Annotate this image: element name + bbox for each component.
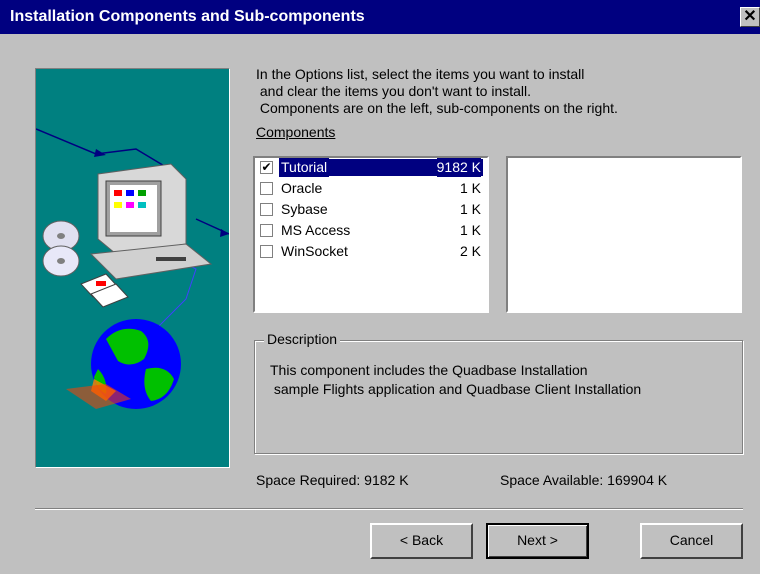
space-available: Space Available: 169904 K [500, 472, 668, 488]
next-button[interactable]: Next > [486, 523, 589, 559]
instruction-line: Components are on the left, sub-componen… [256, 100, 618, 116]
floppy-disks-icon [80, 273, 129, 308]
component-size: 1 K [459, 222, 481, 238]
cancel-button[interactable]: Cancel [640, 523, 743, 559]
checkbox-tutorial[interactable]: ✔ [260, 161, 273, 174]
next-button-label: Next > [517, 532, 558, 548]
component-size: 1 K [459, 180, 481, 196]
back-button[interactable]: < Back [370, 523, 473, 559]
instructions-text: In the Options list, select the items yo… [256, 66, 736, 117]
component-item-sybase[interactable]: Sybase 1 K [259, 200, 483, 221]
component-item-ms-access[interactable]: MS Access 1 K [259, 221, 483, 242]
space-required: Space Required: 9182 K [256, 472, 409, 488]
component-name: Oracle [281, 180, 323, 196]
computer-icon [89, 163, 213, 280]
component-item-tutorial[interactable]: ✔ Tutorial 9182 K [259, 158, 483, 179]
computer-globe-icon [36, 128, 229, 409]
component-item-winsocket[interactable]: WinSocket 2 K [259, 242, 483, 263]
description-line: sample Flights application and Quadbase … [270, 381, 642, 397]
checkbox-winsocket[interactable] [260, 245, 273, 258]
instruction-line: and clear the items you don't want to in… [256, 83, 532, 99]
instruction-line: In the Options list, select the items yo… [256, 66, 585, 82]
components-label: Components [256, 124, 335, 140]
component-size: 9182 K [436, 158, 481, 177]
component-size: 2 K [459, 243, 481, 259]
description-legend: Description [264, 331, 341, 347]
cancel-button-label: Cancel [669, 532, 714, 548]
title-bar: Installation Components and Sub-componen… [0, 0, 760, 34]
components-label-text: Components [256, 124, 336, 140]
checkbox-oracle[interactable] [260, 182, 273, 195]
component-name: MS Access [281, 222, 351, 238]
checkbox-sybase[interactable] [260, 203, 273, 216]
description-line: This component includes the Quadbase Ins… [270, 362, 588, 378]
separator [35, 508, 743, 510]
components-list[interactable]: ✔ Tutorial 9182 K Oracle 1 K Sybase 1 K … [253, 156, 489, 313]
back-button-label: < Back [399, 532, 444, 548]
window-title: Installation Components and Sub-componen… [10, 8, 365, 25]
close-button[interactable]: ✕ [740, 7, 760, 27]
component-name: WinSocket [281, 243, 348, 259]
component-name: Sybase [281, 201, 328, 217]
subcomponents-list[interactable] [506, 156, 742, 313]
checkbox-ms-access[interactable] [260, 224, 273, 237]
component-name: Tutorial [279, 158, 330, 177]
component-item-oracle[interactable]: Oracle 1 K [259, 179, 483, 200]
setup-illustration [35, 68, 230, 468]
description-text: This component includes the Quadbase Ins… [270, 361, 641, 399]
component-size: 1 K [459, 201, 481, 217]
cd-discs-icon [42, 220, 80, 277]
globe-icon [66, 319, 181, 409]
